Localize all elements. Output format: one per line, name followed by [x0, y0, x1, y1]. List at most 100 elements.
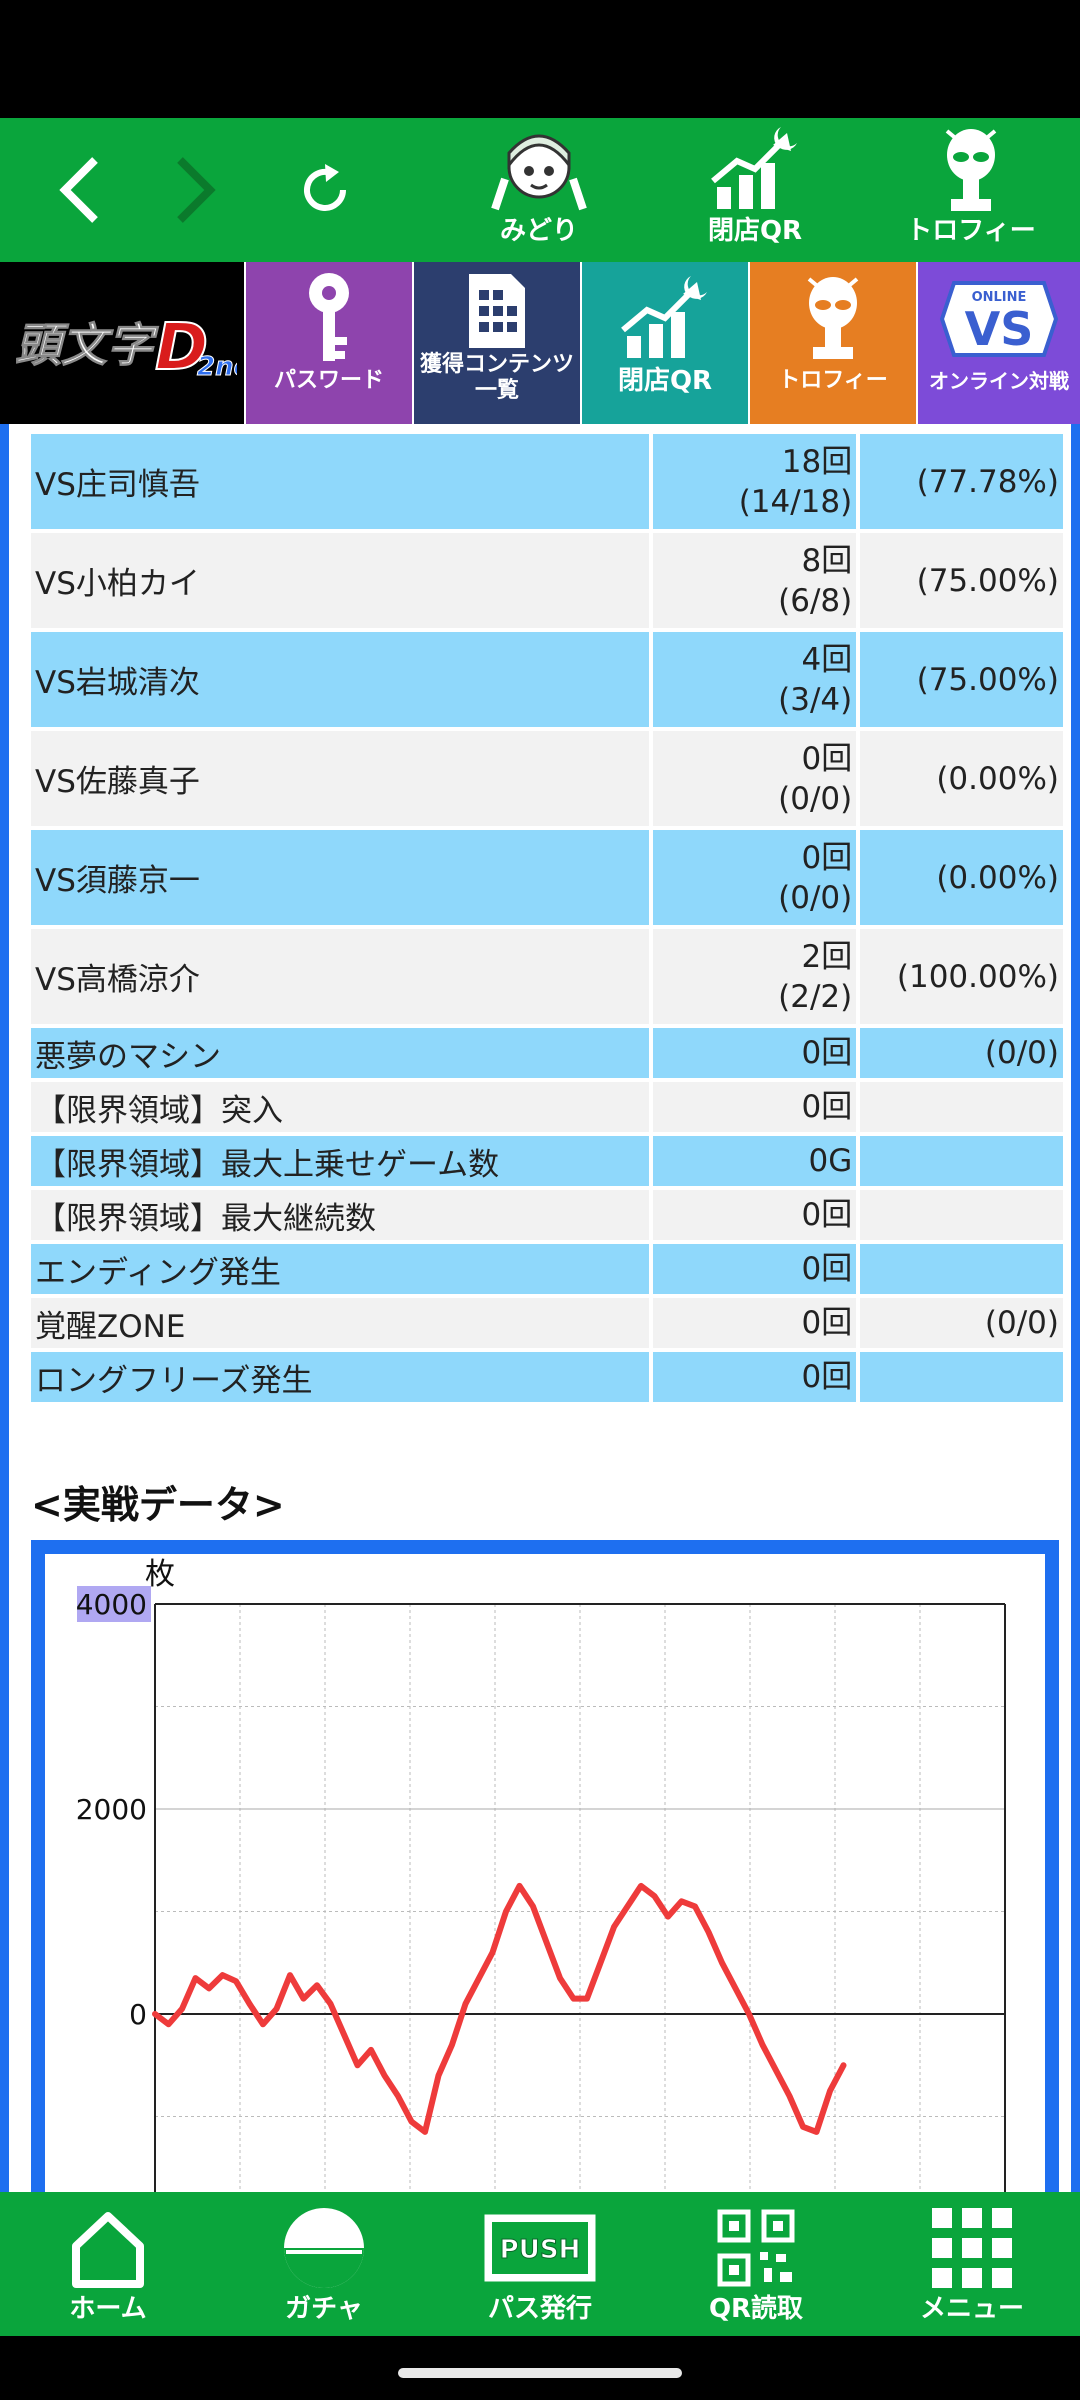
- game-menu-strip: 頭文字 D 2nd パスワード: [0, 262, 1080, 424]
- content-area: VS庄司慎吾 18回 (14/18) (77.78%) VS小柏カイ 8回 (6/8) (75…: [0, 424, 1080, 2192]
- y-tick-label: 2000: [76, 1793, 147, 1826]
- stat-name: 【限界領域】最大上乗せゲーム数: [31, 1136, 650, 1186]
- stat-name: VS高橋涼介: [31, 929, 650, 1024]
- stat-name: ロングフリーズ発生: [31, 1352, 650, 1402]
- menu-acquired-contents[interactable]: 獲得コンテンツ 一覧: [414, 262, 580, 424]
- topnav-closing-qr[interactable]: 閉店QR: [680, 124, 830, 256]
- bottom-nav-pass-issue-label: パス発行: [487, 2294, 592, 2324]
- table-row: 【限界領域】最大継続数 0回: [31, 1190, 1063, 1240]
- bottom-nav-home-label: ホーム: [69, 2294, 147, 2324]
- stat-count: 18回: [781, 443, 853, 480]
- stat-percent: (0/0): [860, 1298, 1063, 1348]
- svg-text:2nd: 2nd: [197, 352, 237, 382]
- vs-badge-text: VS: [965, 302, 1034, 356]
- stat-ratio: (3/4): [778, 681, 853, 718]
- stat-count: 0回: [801, 740, 853, 777]
- gacha-capsule-icon: [284, 2208, 364, 2288]
- reload-button[interactable]: [270, 118, 380, 262]
- gesture-bar: [0, 2336, 1080, 2400]
- stat-count: 0G: [808, 1143, 853, 1179]
- table-row: 【限界領域】突入 0回: [31, 1082, 1063, 1132]
- key-icon: [309, 273, 349, 361]
- initial-d-logo: 頭文字 D 2nd: [7, 283, 237, 403]
- svg-text:頭文字: 頭文字: [15, 318, 159, 372]
- section-title: <実戦データ>: [31, 1483, 285, 1527]
- menu-online-battle-label: オンライン対戦: [929, 369, 1069, 393]
- stat-count-cell: 18回 (14/18): [653, 434, 857, 529]
- stat-name: VS庄司慎吾: [31, 434, 650, 529]
- table-row: VS佐藤真子 0回 (0/0) (0.00%): [31, 731, 1063, 826]
- table-row: ロングフリーズ発生 0回: [31, 1352, 1063, 1402]
- stat-count: 0回: [801, 839, 853, 876]
- push-badge-text: PUSH: [500, 2235, 581, 2265]
- bottom-nav-qr-read[interactable]: QR読取: [676, 2202, 836, 2332]
- stat-name: VS須藤京一: [31, 830, 650, 925]
- stat-count-cell: 0回 (0/0): [653, 830, 857, 925]
- stat-percent: [860, 1244, 1063, 1294]
- bottom-nav-menu-label: メニュー: [919, 2294, 1024, 2324]
- chart-frame: 枚 4000 2000 0: [31, 1540, 1059, 2192]
- alien-trophy-icon: [807, 277, 859, 359]
- topnav-closing-qr-label: 閉店QR: [707, 216, 803, 246]
- stat-percent: [860, 1136, 1063, 1186]
- bottom-nav-pass-issue[interactable]: PUSH パス発行: [460, 2202, 620, 2332]
- menu-password[interactable]: パスワード: [246, 262, 412, 424]
- bottom-nav-menu[interactable]: メニュー: [892, 2202, 1052, 2332]
- status-bar: [0, 0, 1080, 118]
- table-row: VS庄司慎吾 18回 (14/18) (77.78%): [31, 434, 1063, 529]
- table-row: 悪夢のマシン 0回 (0/0): [31, 1028, 1063, 1078]
- document-grid-icon: [469, 274, 525, 348]
- topnav-trophy[interactable]: トロフィー: [896, 124, 1046, 256]
- back-button[interactable]: [25, 118, 135, 262]
- stat-count-cell: 0回: [653, 1190, 857, 1240]
- stat-ratio: (14/18): [738, 483, 853, 520]
- midori-character-icon: [491, 134, 587, 211]
- topnav-midori[interactable]: みどり: [464, 124, 614, 256]
- stat-count: 0回: [801, 1197, 853, 1233]
- stats-table: VS庄司慎吾 18回 (14/18) (77.78%) VS小柏カイ 8回 (6/8) (75…: [27, 430, 1067, 1406]
- y-tick-label: 4000: [76, 1588, 147, 1621]
- stat-name: 【限界領域】突入: [31, 1082, 650, 1132]
- stat-count: 0回: [801, 1089, 853, 1125]
- bottom-nav-gacha-label: ガチャ: [285, 2294, 363, 2324]
- stat-count: 0回: [801, 1359, 853, 1395]
- forward-button[interactable]: [140, 118, 250, 262]
- stat-count-cell: 2回 (2/2): [653, 929, 857, 1024]
- chart-series-line: [152, 1882, 847, 2135]
- stat-name: 悪夢のマシン: [31, 1028, 650, 1078]
- menu-online-battle[interactable]: ONLINE VS オンライン対戦: [918, 262, 1080, 424]
- stat-count-cell: 0回: [653, 1244, 857, 1294]
- table-row: 覚醒ZONE 0回 (0/0): [31, 1298, 1063, 1348]
- bottom-nav-home[interactable]: ホーム: [28, 2202, 188, 2332]
- menu-closing-qr-label: 閉店QR: [617, 366, 713, 396]
- stat-count: 8回: [801, 542, 853, 579]
- topnav-midori-label: みどり: [499, 216, 578, 246]
- qr-code-icon: [717, 2209, 795, 2287]
- stat-percent: (0.00%): [860, 830, 1063, 925]
- top-nav: みどり 閉店QR トロフィー: [0, 118, 1080, 262]
- stat-count-cell: 0回: [653, 1028, 857, 1078]
- stat-count-cell: 0回 (0/0): [653, 731, 857, 826]
- table-row: VS小柏カイ 8回 (6/8) (75.00%): [31, 533, 1063, 628]
- table-row: VS岩城清次 4回 (3/4) (75.00%): [31, 632, 1063, 727]
- home-gesture-pill[interactable]: [398, 2368, 682, 2378]
- stat-percent: [860, 1352, 1063, 1402]
- chart-moon-icon: [621, 276, 707, 358]
- reload-icon: [304, 164, 346, 211]
- bottom-nav-gacha[interactable]: ガチャ: [244, 2202, 404, 2332]
- home-icon: [72, 2212, 144, 2288]
- stat-ratio: (6/8): [778, 582, 853, 619]
- table-row: エンディング発生 0回: [31, 1244, 1063, 1294]
- bottom-nav-qr-read-label: QR読取: [708, 2294, 804, 2324]
- stat-name: エンディング発生: [31, 1244, 650, 1294]
- menu-closing-qr[interactable]: 閉店QR: [582, 262, 748, 424]
- stat-name: VS岩城清次: [31, 632, 650, 727]
- stat-count: 0回: [801, 1035, 853, 1071]
- stat-percent: (77.78%): [860, 434, 1063, 529]
- menu-password-label: パスワード: [273, 368, 384, 393]
- menu-trophy[interactable]: トロフィー: [750, 262, 916, 424]
- table-row: 【限界領域】最大上乗せゲーム数 0G: [31, 1136, 1063, 1186]
- y-tick-label: 0: [129, 1998, 147, 2031]
- menu-trophy-label: トロフィー: [778, 368, 888, 393]
- game-logo[interactable]: 頭文字 D 2nd: [0, 262, 244, 424]
